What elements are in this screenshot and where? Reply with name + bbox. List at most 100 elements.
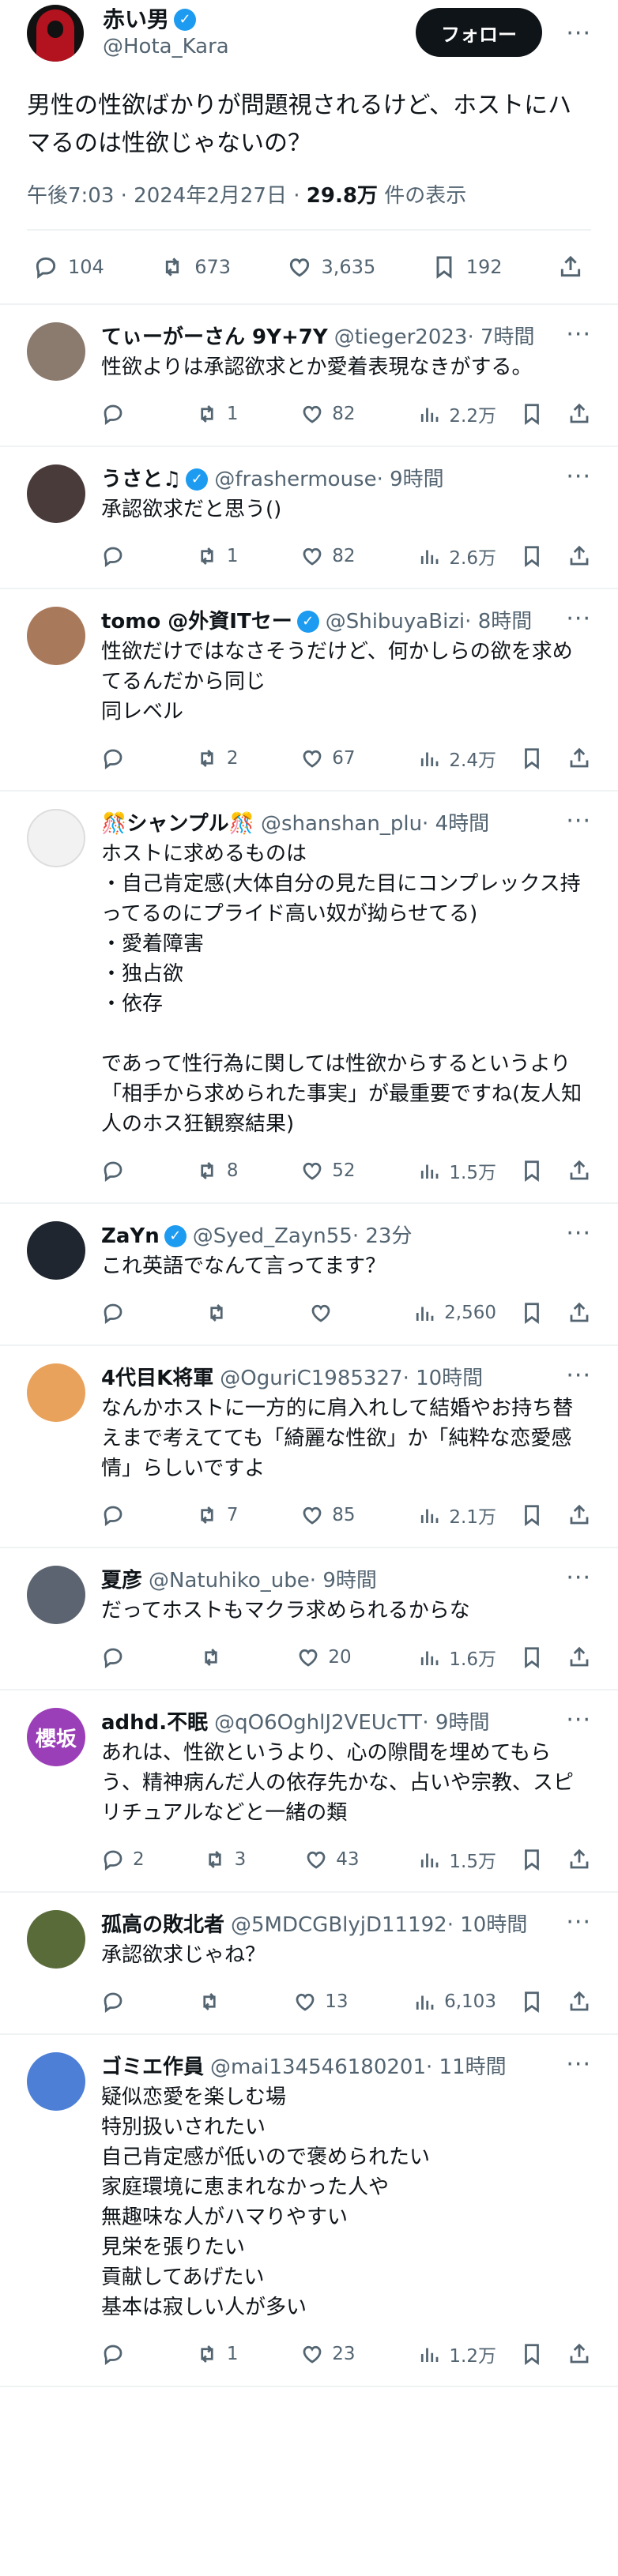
bookmark-icon[interactable] <box>520 544 544 568</box>
more-icon[interactable]: ··· <box>566 605 591 633</box>
author-handle[interactable]: @tieger2023 <box>334 322 468 352</box>
avatar[interactable] <box>27 322 85 381</box>
share-icon[interactable] <box>567 402 591 426</box>
reply-button[interactable] <box>101 1990 133 2014</box>
share-icon[interactable] <box>567 1159 591 1183</box>
reply-item[interactable]: ZaYn ✓ @Syed_Zayn55 · 23分 これ英語でなんて言ってます？ <box>0 1204 618 1346</box>
reply-item[interactable]: ゴミエ作員 @mai134546180201 · 11時間 疑似恋愛を楽しむ場 … <box>0 2035 618 2387</box>
bookmark-icon[interactable] <box>520 1301 544 1325</box>
avatar[interactable] <box>27 2052 85 2111</box>
like-button[interactable]: 23 <box>300 2341 356 2367</box>
author-handle[interactable]: @OguriC1985327 <box>220 1363 402 1393</box>
like-button[interactable]: 85 <box>300 1502 356 1529</box>
avatar[interactable] <box>27 1363 85 1422</box>
reply-button[interactable] <box>101 1644 133 1671</box>
reply-item[interactable]: 4代目K将軍 @OguriC1985327 · 10時間 なんかホストに一方的に… <box>0 1346 618 1548</box>
avatar[interactable] <box>27 1910 85 1969</box>
repost-button[interactable] <box>199 1644 231 1671</box>
reply-timestamp[interactable]: · 9時間 <box>422 1708 489 1738</box>
repost-button[interactable]: 1 <box>195 401 238 427</box>
reply-timestamp[interactable]: · 11時間 <box>426 2052 507 2082</box>
repost-button[interactable]: 3 <box>203 1846 246 1873</box>
reply-timestamp[interactable]: · 9時間 <box>310 1566 377 1596</box>
views-button[interactable]: 1.2万 <box>417 2341 496 2367</box>
author-handle[interactable]: @5MDCGBlyjD11192 <box>231 1910 447 1940</box>
author-handle[interactable]: @qO6OghlJ2VEUcTT <box>214 1708 422 1738</box>
share-icon[interactable] <box>567 1848 591 1871</box>
repost-button[interactable]: 8 <box>195 1157 238 1184</box>
reply-timestamp[interactable]: · 23分 <box>352 1221 413 1251</box>
reply-button[interactable] <box>101 1301 133 1325</box>
reply-timestamp[interactable]: · 10時間 <box>403 1363 484 1393</box>
reply-timestamp[interactable]: · 9時間 <box>377 464 444 495</box>
reply-item[interactable]: tomo @外資ITセー ✓ @ShibuyaBizi · 8時間 性欲だけでは… <box>0 589 618 792</box>
bookmark-icon[interactable] <box>520 746 544 770</box>
author-name[interactable]: 赤い男 ✓ <box>103 6 229 33</box>
bookmark-icon[interactable] <box>520 1990 544 2014</box>
like-button[interactable]: 13 <box>293 1990 349 2014</box>
author-handle[interactable]: @mai134546180201 <box>210 2052 426 2082</box>
share-icon[interactable] <box>567 1990 591 2014</box>
bookmark-icon[interactable] <box>520 402 544 426</box>
like-button[interactable]: 82 <box>300 543 356 570</box>
bookmark-icon[interactable] <box>520 1503 544 1527</box>
views-button[interactable]: 2.4万 <box>417 745 496 772</box>
like-button[interactable] <box>309 1301 341 1325</box>
views-button[interactable]: 2.1万 <box>417 1502 496 1529</box>
author-name[interactable]: うさと♫ <box>101 464 181 495</box>
more-icon[interactable]: ··· <box>566 1564 591 1592</box>
author-handle[interactable]: @frashermouse <box>214 464 376 495</box>
like-button[interactable]: 52 <box>300 1157 356 1184</box>
avatar[interactable] <box>27 809 85 867</box>
author-name[interactable]: 夏彦 <box>101 1566 142 1596</box>
views-button[interactable]: 1.6万 <box>417 1644 496 1671</box>
reply-item[interactable]: てぃーがーさん 9Y+7Y @tieger2023 · 7時間 性欲よりは承認欲… <box>0 305 618 447</box>
repost-button[interactable]: 673 <box>160 254 231 280</box>
author-name[interactable]: てぃーがーさん 9Y+7Y <box>101 322 328 352</box>
share-icon[interactable] <box>567 2342 591 2366</box>
like-button[interactable]: 3,635 <box>287 254 375 280</box>
reply-button[interactable] <box>101 1157 133 1184</box>
reply-item[interactable]: 🎊シャンプル🎊 @shanshan_plu · 4時間 ホストに求めるものは ・… <box>0 792 618 1204</box>
reply-item[interactable]: 櫻坂 adhd.不眠 @qO6OghlJ2VEUcTT · 9時間 あれは、性欲… <box>0 1690 618 1893</box>
avatar[interactable] <box>27 1221 85 1280</box>
author-handle[interactable]: @shanshan_plu <box>261 809 422 839</box>
author-name[interactable]: adhd.不眠 <box>101 1708 208 1738</box>
author-handle[interactable]: @Hota_Kara <box>103 33 229 60</box>
reply-button[interactable] <box>101 401 133 427</box>
share-icon[interactable] <box>567 544 591 568</box>
bookmark-icon[interactable] <box>520 1645 544 1669</box>
views-button[interactable]: 1.5万 <box>417 1157 496 1184</box>
reply-button[interactable] <box>101 745 133 772</box>
author-handle[interactable]: @Natuhiko_ube <box>149 1566 310 1596</box>
views-button[interactable]: 2.6万 <box>417 543 496 570</box>
share-icon[interactable] <box>567 1503 591 1527</box>
reply-timestamp[interactable]: · 4時間 <box>422 809 489 839</box>
views-button[interactable]: 6,103 <box>413 1990 496 2014</box>
author-name[interactable]: 4代目K将軍 <box>101 1363 213 1393</box>
reply-button[interactable]: 104 <box>33 254 104 280</box>
like-button[interactable]: 67 <box>300 745 356 772</box>
more-icon[interactable]: ··· <box>566 1220 591 1247</box>
more-icon[interactable]: ··· <box>566 463 591 491</box>
author-name[interactable]: ゴミエ作員 <box>101 2052 204 2082</box>
views-button[interactable]: 2.2万 <box>417 401 496 427</box>
repost-button[interactable] <box>198 1990 229 2014</box>
share-icon[interactable] <box>567 1645 591 1669</box>
views-button[interactable]: 1.5万 <box>417 1846 496 1873</box>
more-icon[interactable]: ··· <box>566 1908 591 1936</box>
repost-button[interactable] <box>205 1301 236 1325</box>
more-icon[interactable]: ··· <box>566 20 591 47</box>
bookmark-icon[interactable] <box>520 1159 544 1183</box>
share-icon[interactable] <box>567 1301 591 1325</box>
reply-timestamp[interactable]: · 10時間 <box>447 1910 528 1940</box>
bookmark-button[interactable]: 192 <box>431 254 503 280</box>
bookmark-icon[interactable] <box>520 1848 544 1871</box>
more-icon[interactable]: ··· <box>566 1362 591 1390</box>
author-name[interactable]: tomo @外資ITセー <box>101 607 292 637</box>
reply-item[interactable]: うさと♫ ✓ @frashermouse · 9時間 承認欲求だと思う() 1 <box>0 447 618 589</box>
more-icon[interactable]: ··· <box>566 2051 591 2078</box>
author-handle[interactable]: @Syed_Zayn55 <box>193 1221 352 1251</box>
like-button[interactable]: 20 <box>296 1644 352 1671</box>
reply-button[interactable] <box>101 1502 133 1529</box>
